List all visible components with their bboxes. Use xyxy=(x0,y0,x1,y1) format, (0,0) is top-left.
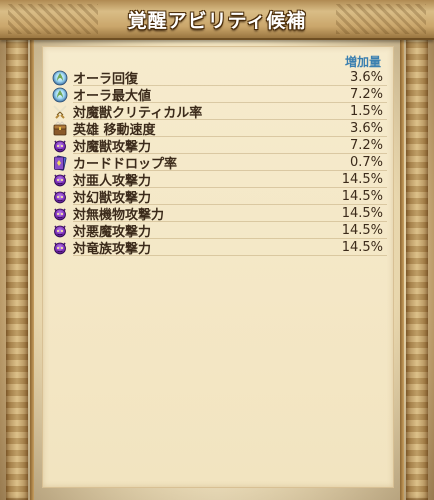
ability-value: 7.2% xyxy=(349,138,383,153)
row-divider xyxy=(73,255,387,256)
ability-row: 対無機物攻撃力 14.5% xyxy=(51,205,387,223)
ability-value: 3.6% xyxy=(349,121,383,136)
purple-demon-icon xyxy=(51,240,69,256)
ability-value: 3.6% xyxy=(349,70,383,85)
title-bar: 覚醒アビリティ候補 xyxy=(0,0,434,40)
ability-row: 対魔獣クリティカル率 1.5% xyxy=(51,103,387,121)
ability-value: 14.5% xyxy=(341,223,383,238)
purple-demon-icon xyxy=(51,189,69,205)
ability-value: 14.5% xyxy=(341,172,383,187)
ability-row: 対悪魔攻撃力 14.5% xyxy=(51,222,387,240)
ability-row: 対魔獣攻撃力 7.2% xyxy=(51,137,387,155)
aura-orb-icon xyxy=(51,87,69,103)
ability-row: 対亜人攻撃力 14.5% xyxy=(51,171,387,189)
hero-treasure-icon xyxy=(51,120,69,137)
card-drop-icon xyxy=(51,155,69,171)
scroll-right-border xyxy=(406,30,428,500)
scroll-right-inner-border xyxy=(400,36,404,500)
ability-value: 14.5% xyxy=(341,206,383,221)
ability-row: オーラ最大値 7.2% xyxy=(51,86,387,104)
ability-row: カードドロップ率 0.7% xyxy=(51,154,387,172)
ability-value: 7.2% xyxy=(349,87,383,102)
purple-demon-icon xyxy=(51,138,69,154)
ability-value: 14.5% xyxy=(341,189,383,204)
crossed-swords-icon xyxy=(51,104,69,120)
ability-list: オーラ回復 3.6% オーラ最大値 7.2% 対魔獣クリティカル率 1.5% 英… xyxy=(51,69,387,257)
scroll-left-border xyxy=(6,30,28,500)
ability-candidate-panel: 増加量 オーラ回復 3.6% オーラ最大値 7.2% 対魔獣クリティカル率 1.… xyxy=(42,46,394,488)
purple-demon-icon xyxy=(51,172,69,188)
ability-row: 対竜族攻撃力 14.5% xyxy=(51,239,387,257)
ability-row: オーラ回復 3.6% xyxy=(51,69,387,87)
ability-row: 英雄 移動速度 3.6% xyxy=(51,120,387,138)
ability-row: 対幻獣攻撃力 14.5% xyxy=(51,188,387,206)
aura-orb-icon xyxy=(51,70,69,86)
dialog-title: 覚醒アビリティ候補 xyxy=(127,10,307,32)
purple-demon-icon xyxy=(51,223,69,239)
ability-value: 1.5% xyxy=(349,104,383,119)
increase-amount-header: 増加量 xyxy=(344,55,381,69)
ability-value: 14.5% xyxy=(341,240,383,255)
purple-demon-icon xyxy=(51,206,69,222)
scroll-left-inner-border xyxy=(30,36,34,500)
scroll-background: 覚醒アビリティ候補 増加量 オーラ回復 3.6% オーラ最大値 7.2% 対魔獣… xyxy=(0,0,434,500)
ability-value: 0.7% xyxy=(349,155,383,170)
